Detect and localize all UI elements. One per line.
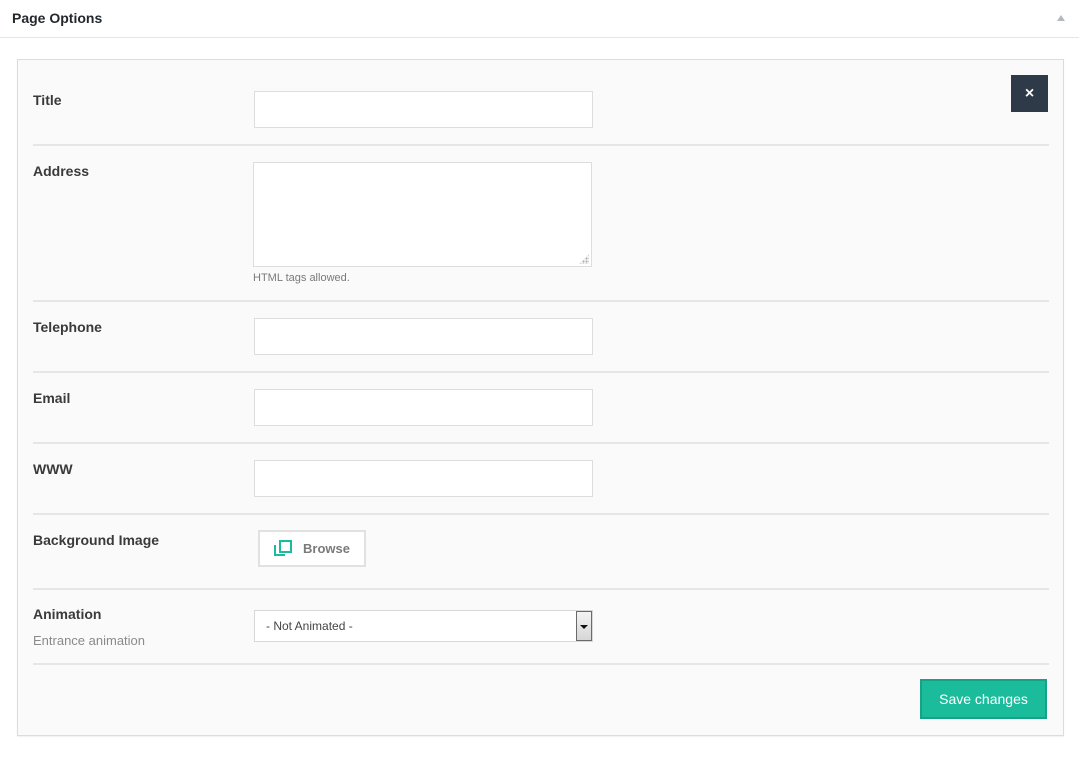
email-label: Email [33,390,71,406]
row-telephone: Telephone [33,302,1049,373]
chevron-down-icon [580,625,588,629]
dropdown-button[interactable] [576,611,592,641]
title-input[interactable] [254,91,593,128]
email-input[interactable] [254,389,593,426]
collapse-arrow-icon[interactable] [1057,15,1065,21]
address-textarea[interactable] [253,162,592,267]
row-title: Title [33,74,1049,146]
metabox-title: Page Options [12,10,103,26]
options-panel: × Title Address HTML tags allowed. Telep… [17,59,1064,736]
metabox-header[interactable]: Page Options [0,0,1079,38]
address-label: Address [33,163,90,179]
www-input[interactable] [254,460,593,497]
telephone-input[interactable] [254,318,593,355]
animation-select-value: - Not Animated - [266,619,353,633]
telephone-label: Telephone [33,319,102,335]
www-label: WWW [33,461,73,477]
title-label: Title [33,92,62,108]
row-www: WWW [33,444,1049,515]
background-image-label: Background Image [33,532,160,548]
page-options-metabox: Page Options × Title Address HTML tags a… [0,0,1079,769]
animation-label: Animation [33,606,102,622]
resize-handle-icon[interactable] [579,254,589,264]
save-changes-button[interactable]: Save changes [920,679,1047,719]
animation-select[interactable]: - Not Animated - [254,610,593,642]
address-hint: HTML tags allowed. [253,272,350,284]
animation-sublabel: Entrance animation [33,633,146,648]
row-email: Email [33,373,1049,444]
browse-button[interactable]: Browse [258,530,366,567]
row-address: Address HTML tags allowed. [33,146,1049,302]
browse-label: Browse [303,541,350,556]
row-background-image: Background Image Browse [33,515,1049,590]
row-animation: Animation Entrance animation - Not Anima… [33,590,1049,665]
media-browse-icon [274,539,292,558]
